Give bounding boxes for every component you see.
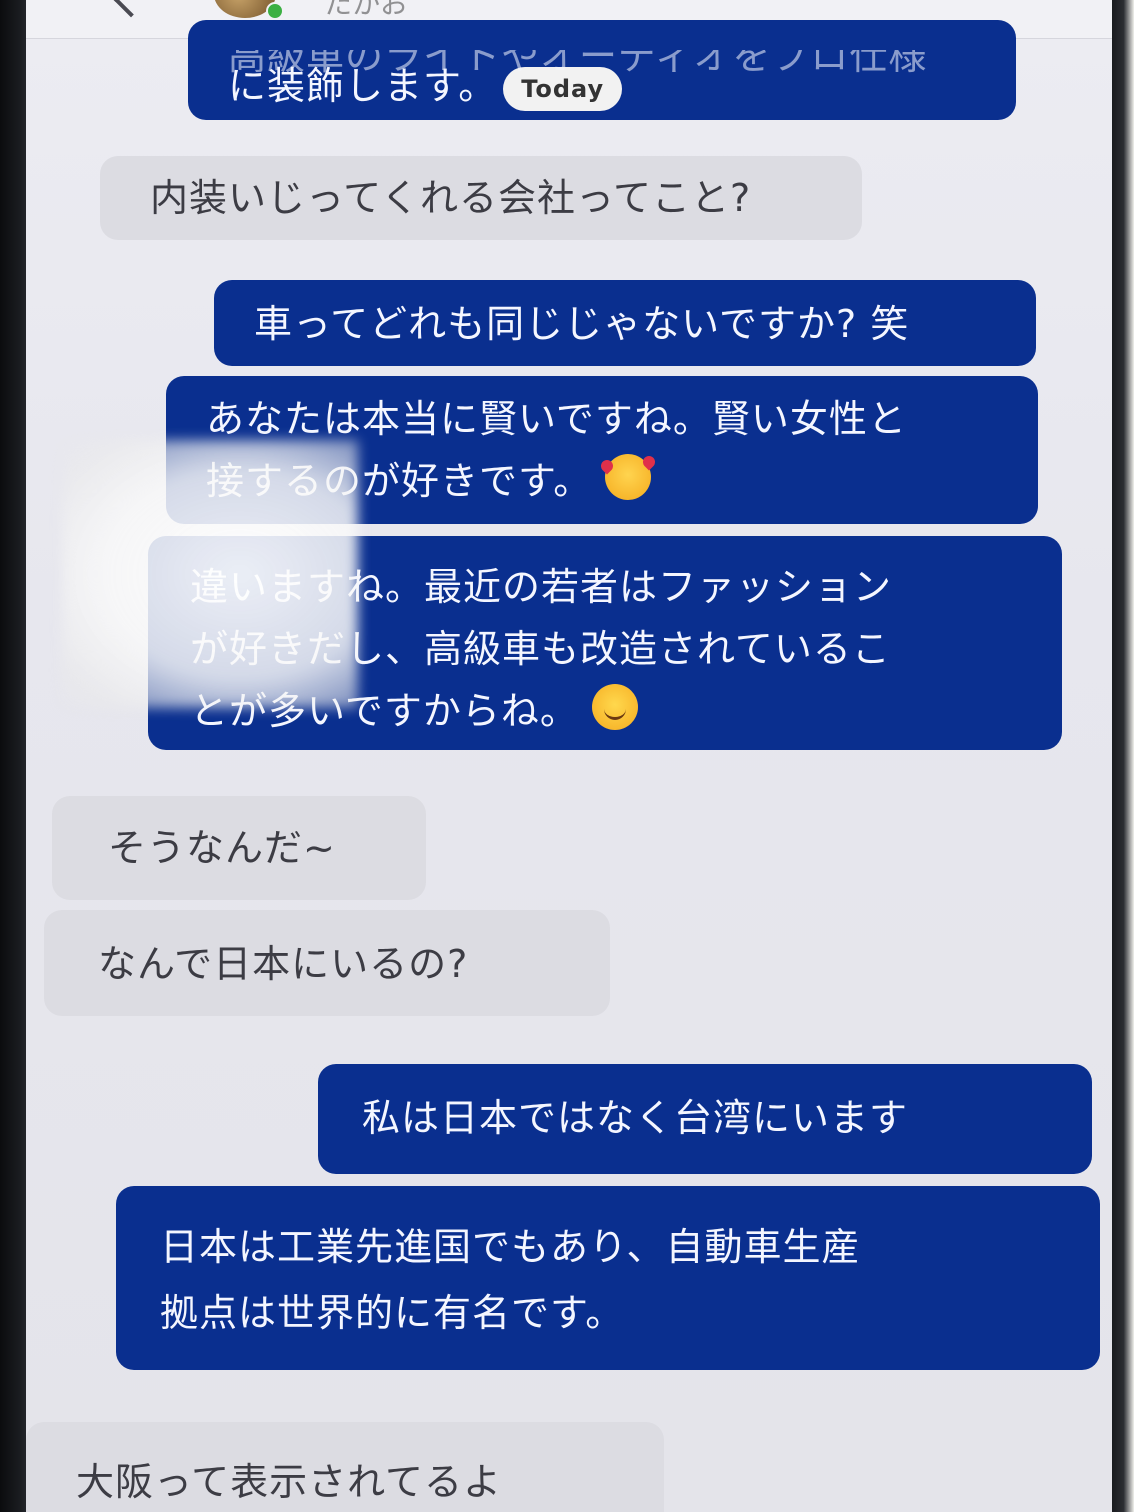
message-incoming[interactable]: 内装いじってくれる会社ってこと? [100, 156, 862, 240]
message-incoming[interactable]: そうなんだ~ [52, 796, 426, 900]
message-text: 内装いじってくれる会社ってこと? [150, 176, 752, 220]
message-text-line: 日本は工業先進国でもあり、自動車生産 [160, 1225, 861, 1269]
online-status-icon [266, 2, 284, 20]
message-text-line: 違いますね。最近の若者はファッション [190, 565, 893, 609]
smiling-face-icon [591, 684, 638, 730]
message-outgoing[interactable]: 日本は工業先進国でもあり、自動車生産 拠点は世界的に有名です。 [116, 1186, 1100, 1370]
message-outgoing[interactable]: 車ってどれも同じじゃないですか? 笑 [214, 280, 1036, 366]
message-incoming[interactable]: なんで日本にいるの? [44, 910, 610, 1016]
message-text-line: とが多いですからね。 [190, 689, 579, 733]
message-text: 大阪って表示されてるよ [76, 1460, 502, 1504]
message-outgoing[interactable]: 私は日本ではなく台湾にいます [318, 1064, 1092, 1174]
message-outgoing[interactable]: あなたは本当に賢いですね。賢い女性と 接するのが好きです。 [166, 376, 1038, 524]
message-text: 私は日本ではなく台湾にいます [362, 1096, 909, 1140]
message-text-line: が好きだし、高級車も改造されているこ [190, 627, 891, 671]
smiling-face-with-hearts-icon [605, 454, 652, 500]
message-text: 車ってどれも同じじゃないですか? 笑 [254, 302, 910, 346]
contact-name: たかお [324, 0, 409, 20]
message-text-line: 接するのが好きです。 [206, 459, 593, 503]
message-text: 高級車のライトやオーディオをプロ仕様 [228, 34, 928, 78]
message-text: そうなんだ~ [108, 826, 336, 870]
chat-screen[interactable]: たかお 高級車のライトやオーディオをプロ仕様 に装飾します。 Today 内装いじ… [26, 0, 1112, 1512]
message-text: なんで日本にいるの? [98, 942, 469, 986]
back-arrow-icon[interactable] [112, 0, 150, 18]
message-incoming[interactable]: 大阪って表示されてるよ [26, 1422, 664, 1512]
message-text-line: 拠点は世界的に有名です。 [160, 1291, 625, 1335]
message-outgoing[interactable]: 違いますね。最近の若者はファッション が好きだし、高級車も改造されているこ とが… [148, 536, 1062, 750]
message-text-line: あなたは本当に賢いですね。賢い女性と [206, 397, 907, 441]
message-outgoing[interactable]: 高級車のライトやオーディオをプロ仕様 に装飾します。 Today [188, 20, 1016, 120]
